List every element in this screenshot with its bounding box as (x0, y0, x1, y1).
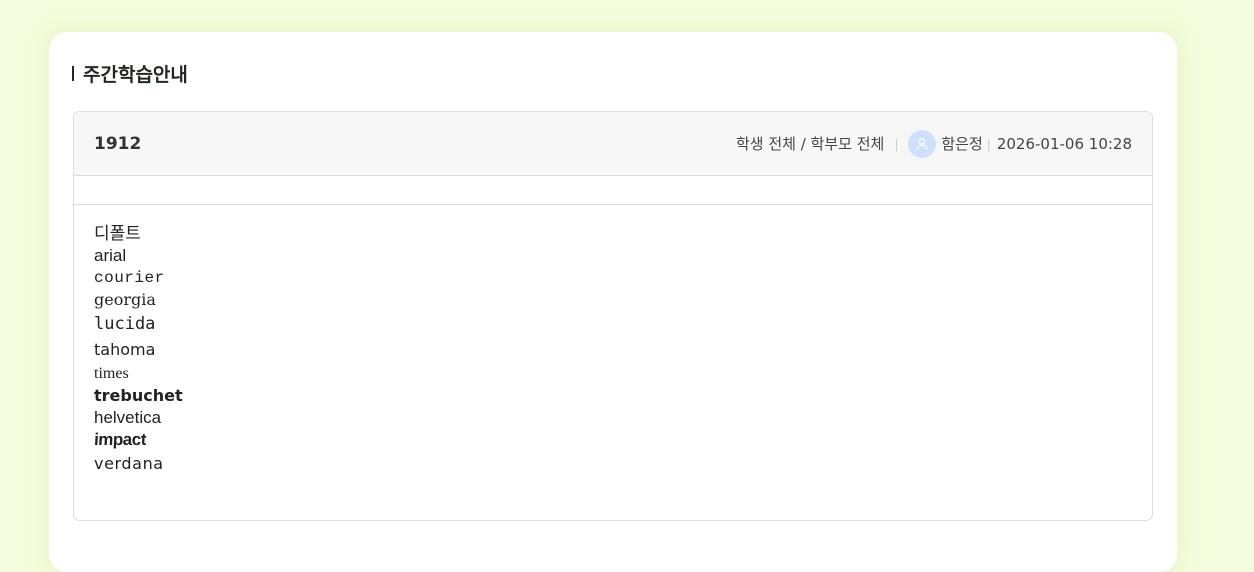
font-sample-impact: impact (92, 430, 148, 449)
post-meta: 학생 전체 / 학부모 전체 | 함은정 | 2026-01-06 10:28 (736, 129, 1132, 158)
font-sample-default: 디폴트 (94, 224, 141, 244)
font-sample-lucida: lucida (94, 314, 156, 334)
section-title-text: 주간학습안내 (83, 63, 188, 86)
meta-separator: | (894, 136, 899, 151)
font-sample-tahoma: tahoma (94, 340, 156, 359)
post-datetime: 2026-01-06 10:28 (996, 134, 1132, 153)
post-author: 함은정 (941, 135, 983, 153)
section-title: 주간학습안내 (72, 61, 188, 86)
post-header: 1912 학생 전체 / 학부모 전체 | 함은정 | 2026-01-06 1… (74, 112, 1152, 176)
post-audience: 학생 전체 / 학부모 전체 (736, 135, 885, 153)
font-sample-courier: courier (94, 269, 165, 287)
font-sample-arial: arial (94, 246, 127, 265)
title-bar-marker (72, 65, 74, 81)
post-body: 디폴트 arial courier georgia lucida tahoma … (74, 205, 1152, 477)
post-title: 1912 (94, 133, 142, 154)
post-attachment-bar (74, 176, 1152, 205)
post-panel: 1912 학생 전체 / 학부모 전체 | 함은정 | 2026-01-06 1… (73, 111, 1153, 521)
font-sample-trebuchet: trebuchet (94, 386, 183, 405)
user-icon (916, 137, 928, 150)
meta-separator: | (986, 136, 991, 151)
font-sample-verdana: verdana (94, 454, 164, 473)
avatar (908, 129, 937, 158)
content-card: 주간학습안내 1912 학생 전체 / 학부모 전체 | 함은정 | 2026-… (49, 32, 1177, 572)
font-sample-georgia: georgia (94, 290, 156, 309)
font-sample-times: times (94, 365, 129, 382)
font-sample-helvetica: helvetica (94, 408, 162, 427)
